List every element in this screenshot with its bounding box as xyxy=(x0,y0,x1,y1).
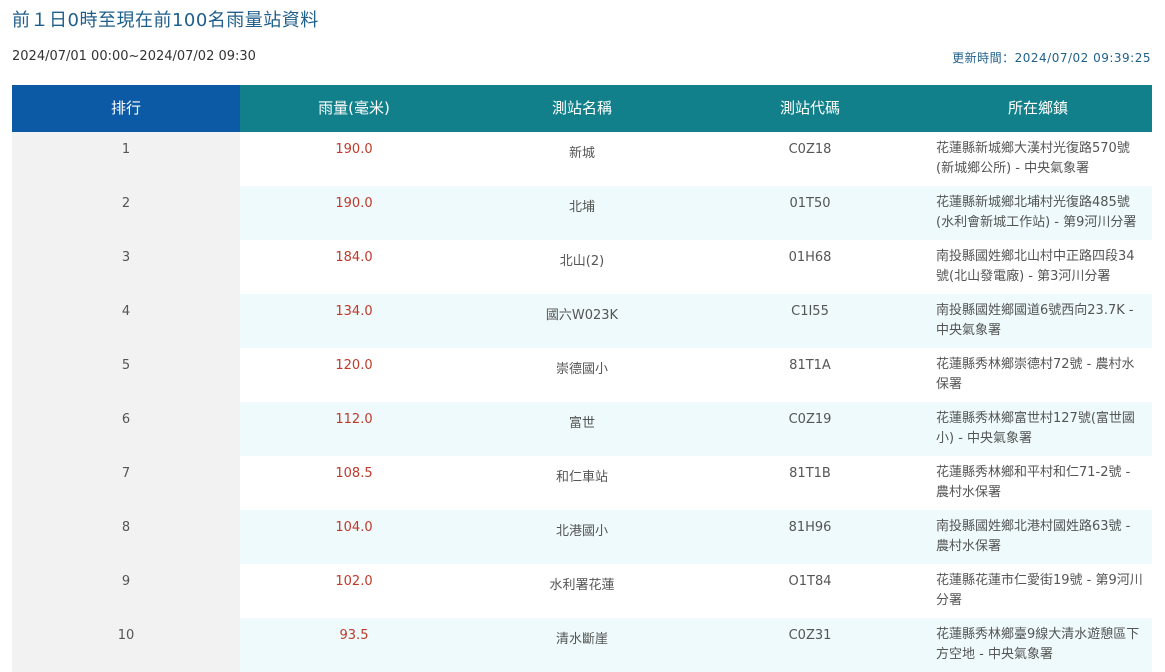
station-id-cell: C0Z19 xyxy=(696,402,924,456)
station-id-cell: 81H96 xyxy=(696,510,924,564)
rank-cell: 4 xyxy=(12,294,240,348)
rainfall-cell: 184.0 xyxy=(240,240,468,294)
rank-cell: 8 xyxy=(12,510,240,564)
rainfall-cell: 112.0 xyxy=(240,402,468,456)
table-row: 10 93.5 清水斷崖 C0Z31 花蓮縣秀林鄉臺9線大清水遊憩區下方空地 - 中央氣… xyxy=(12,618,1152,672)
table-row: 6 112.0 富世 C0Z19 花蓮縣秀林鄉富世村127號(富世國小) - 中央氣象署 xyxy=(12,402,1152,456)
station-name-cell: 北山(2) xyxy=(468,240,696,294)
header-rainfall[interactable]: 雨量(毫米) xyxy=(240,85,468,132)
location-cell: 花蓮縣新城鄉北埔村光復路485號(水利會新城工作站) - 第9河川分署 xyxy=(924,186,1152,240)
time-range: 2024/07/01 00:00~2024/07/02 09:30 xyxy=(12,49,256,64)
header-station-id[interactable]: 測站代碼 xyxy=(696,85,924,132)
station-id-cell: 81T1B xyxy=(696,456,924,510)
station-name-cell: 國六W023K xyxy=(468,294,696,348)
table-row: 4 134.0 國六W023K C1I55 南投縣國姓鄉國道6號西向23.7K - 中央… xyxy=(12,294,1152,348)
rank-cell: 10 xyxy=(12,618,240,672)
rank-cell: 9 xyxy=(12,564,240,618)
rainfall-cell: 190.0 xyxy=(240,132,468,186)
table-body: 1 190.0 新城 C0Z18 花蓮縣新城鄉大漢村光復路570號(新城鄉公所) - 中… xyxy=(12,132,1152,672)
header-location[interactable]: 所在鄉鎮 xyxy=(924,85,1152,132)
table-row: 7 108.5 和仁車站 81T1B 花蓮縣秀林鄉和平村和仁71-2號 - 農村水保署 xyxy=(12,456,1152,510)
station-name-cell: 北港國小 xyxy=(468,510,696,564)
table-row: 8 104.0 北港國小 81H96 南投縣國姓鄉北港村國姓路63號 - 農村水保署 xyxy=(12,510,1152,564)
header-rank[interactable]: 排行 xyxy=(12,85,240,132)
station-name-cell: 新城 xyxy=(468,132,696,186)
page-title: 前１日0時至現在前100名雨量站資料 xyxy=(12,10,319,31)
station-name-cell: 北埔 xyxy=(468,186,696,240)
station-id-cell: C0Z31 xyxy=(696,618,924,672)
table-row: 9 102.0 水利署花蓮 O1T84 花蓮縣花蓮市仁愛街19號 - 第9河川分署 xyxy=(12,564,1152,618)
station-id-cell: 81T1A xyxy=(696,348,924,402)
rainfall-cell: 102.0 xyxy=(240,564,468,618)
table-header-row: 排行 雨量(毫米) 測站名稱 測站代碼 所在鄉鎮 xyxy=(12,85,1152,132)
rainfall-cell: 134.0 xyxy=(240,294,468,348)
table-row: 3 184.0 北山(2) 01H68 南投縣國姓鄉北山村中正路四段34號(北山發電廠)… xyxy=(12,240,1152,294)
station-id-cell: 01H68 xyxy=(696,240,924,294)
station-name-cell: 崇德國小 xyxy=(468,348,696,402)
station-name-cell: 水利署花蓮 xyxy=(468,564,696,618)
location-cell: 南投縣國姓鄉北山村中正路四段34號(北山發電廠) - 第3河川分署 xyxy=(924,240,1152,294)
location-cell: 南投縣國姓鄉北港村國姓路63號 - 農村水保署 xyxy=(924,510,1152,564)
station-id-cell: O1T84 xyxy=(696,564,924,618)
location-cell: 花蓮縣秀林鄉臺9線大清水遊憩區下方空地 - 中央氣象署 xyxy=(924,618,1152,672)
rainfall-cell: 93.5 xyxy=(240,618,468,672)
station-name-cell: 清水斷崖 xyxy=(468,618,696,672)
station-name-cell: 富世 xyxy=(468,402,696,456)
header-station-name[interactable]: 測站名稱 xyxy=(468,85,696,132)
rank-cell: 2 xyxy=(12,186,240,240)
table-row: 2 190.0 北埔 01T50 花蓮縣新城鄉北埔村光復路485號(水利會新城工作站) … xyxy=(12,186,1152,240)
rainfall-page: 前１日0時至現在前100名雨量站資料 2024/07/01 00:00~2024… xyxy=(0,0,1165,672)
location-cell: 花蓮縣新城鄉大漢村光復路570號(新城鄉公所) - 中央氣象署 xyxy=(924,132,1152,186)
rainfall-cell: 104.0 xyxy=(240,510,468,564)
station-id-cell: C1I55 xyxy=(696,294,924,348)
table-row: 5 120.0 崇德國小 81T1A 花蓮縣秀林鄉崇德村72號 - 農村水保署 xyxy=(12,348,1152,402)
location-cell: 花蓮縣秀林鄉和平村和仁71-2號 - 農村水保署 xyxy=(924,456,1152,510)
rank-cell: 1 xyxy=(12,132,240,186)
rainfall-table: 排行 雨量(毫米) 測站名稱 測站代碼 所在鄉鎮 1 190.0 新城 C0Z18 花蓮… xyxy=(12,85,1152,672)
station-id-cell: 01T50 xyxy=(696,186,924,240)
station-name-cell: 和仁車站 xyxy=(468,456,696,510)
update-time: 更新時間：2024/07/02 09:39:25 xyxy=(952,51,1151,65)
station-id-cell: C0Z18 xyxy=(696,132,924,186)
table-row: 1 190.0 新城 C0Z18 花蓮縣新城鄉大漢村光復路570號(新城鄉公所) - 中… xyxy=(12,132,1152,186)
rank-cell: 5 xyxy=(12,348,240,402)
rank-cell: 3 xyxy=(12,240,240,294)
rank-cell: 7 xyxy=(12,456,240,510)
rainfall-cell: 120.0 xyxy=(240,348,468,402)
rainfall-cell: 108.5 xyxy=(240,456,468,510)
location-cell: 花蓮縣秀林鄉富世村127號(富世國小) - 中央氣象署 xyxy=(924,402,1152,456)
location-cell: 花蓮縣秀林鄉崇德村72號 - 農村水保署 xyxy=(924,348,1152,402)
location-cell: 南投縣國姓鄉國道6號西向23.7K - 中央氣象署 xyxy=(924,294,1152,348)
rank-cell: 6 xyxy=(12,402,240,456)
rainfall-cell: 190.0 xyxy=(240,186,468,240)
location-cell: 花蓮縣花蓮市仁愛街19號 - 第9河川分署 xyxy=(924,564,1152,618)
